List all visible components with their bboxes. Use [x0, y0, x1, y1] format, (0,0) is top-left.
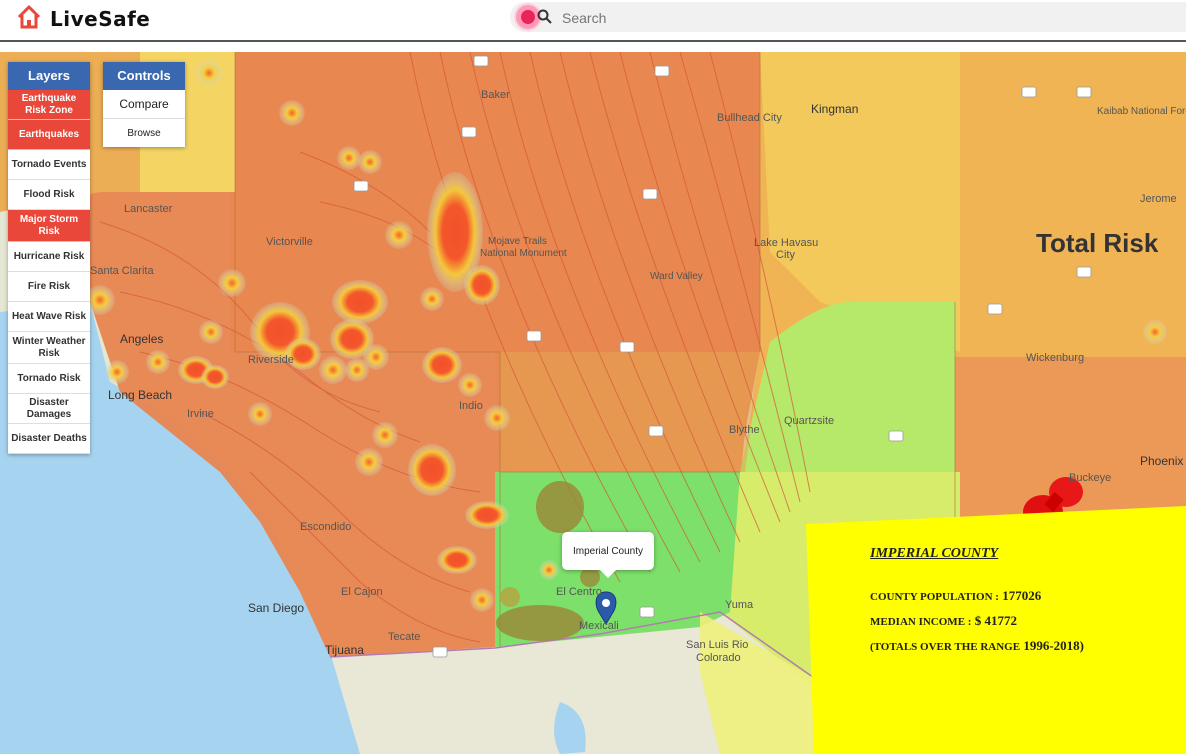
- search-input[interactable]: [560, 6, 1164, 30]
- county-population: COUNTY POPULATION : 177026: [870, 588, 1041, 604]
- place-label: Irvine: [187, 408, 214, 420]
- place-label: El Centro: [556, 586, 602, 598]
- place-label: Kingman: [811, 102, 859, 116]
- place-label: Jerome: [1140, 193, 1177, 205]
- population-label: COUNTY POPULATION :: [870, 591, 999, 603]
- place-label: Quartzsite: [784, 415, 835, 427]
- controls-panel-title: Controls: [103, 62, 185, 90]
- place-label: Colorado: [696, 652, 741, 664]
- app-name: LiveSafe: [50, 7, 151, 31]
- layers-panel: Layers Earthquake Risk Zone Earthquakes To…: [8, 62, 90, 454]
- layer-item[interactable]: Heat Wave Risk: [8, 302, 90, 332]
- place-label: Buckeye: [1069, 472, 1112, 484]
- brand[interactable]: LiveSafe: [16, 4, 150, 34]
- layer-item[interactable]: Tornado Events: [8, 150, 90, 180]
- county-tooltip: Imperial County: [562, 532, 654, 578]
- layer-item[interactable]: Earthquake Risk Zone: [8, 90, 90, 120]
- place-label: Bullhead City: [717, 112, 782, 124]
- place-label: Kaibab National Fore: [1097, 106, 1186, 117]
- range-label: (TOTALS OVER THE RANGE: [870, 641, 1021, 653]
- place-label: Yuma: [725, 599, 754, 611]
- place-label: Wickenburg: [1026, 352, 1085, 364]
- place-label: Lancaster: [124, 203, 173, 215]
- compare-button[interactable]: Compare: [103, 90, 185, 119]
- layer-item[interactable]: Flood Risk: [8, 180, 90, 210]
- place-label: Riverside: [248, 354, 294, 366]
- browse-button[interactable]: Browse: [103, 119, 185, 147]
- place-label: City: [776, 249, 795, 261]
- layer-item[interactable]: Hurricane Risk: [8, 242, 90, 272]
- place-label: Lake Havasu: [754, 237, 819, 249]
- layers-panel-title: Layers: [8, 62, 90, 90]
- population-value: 177026: [1002, 588, 1042, 603]
- county-info-title: IMPERIAL COUNTY: [870, 546, 999, 561]
- place-label: Tijuana: [325, 643, 364, 657]
- place-label: El Cajon: [341, 586, 383, 598]
- search-bar[interactable]: [510, 2, 1186, 32]
- home-icon: [16, 4, 42, 35]
- place-label: Blythe: [729, 424, 760, 436]
- top-bar: LiveSafe: [0, 0, 1186, 42]
- layer-item[interactable]: Winter Weather Risk: [8, 332, 90, 364]
- place-label: Escondido: [300, 521, 352, 533]
- place-label: San Luis Rio: [686, 639, 749, 651]
- median-income: MEDIAN INCOME : $ 41772: [870, 613, 1017, 629]
- place-label: Tecate: [388, 631, 421, 643]
- income-label: MEDIAN INCOME :: [870, 616, 972, 628]
- layer-item[interactable]: Tornado Risk: [8, 364, 90, 394]
- layer-item[interactable]: Disaster Damages: [8, 394, 90, 424]
- search-icon[interactable]: [536, 8, 554, 26]
- layer-item[interactable]: Earthquakes: [8, 120, 90, 150]
- place-label: National Monument: [480, 248, 567, 259]
- place-label: Angeles: [120, 332, 164, 346]
- totals-range: (TOTALS OVER THE RANGE 1996-2018): [870, 638, 1084, 654]
- place-label: Long Beach: [108, 388, 173, 402]
- place-label: Victorville: [266, 236, 313, 248]
- place-label: Phoenix: [1140, 454, 1184, 468]
- place-label: Baker: [481, 89, 510, 101]
- layer-item[interactable]: Fire Risk: [8, 272, 90, 302]
- range-value: 1996-2018): [1023, 638, 1084, 653]
- map-overlay-title: Total Risk: [1036, 228, 1159, 258]
- controls-panel: Controls Compare Browse: [103, 62, 185, 147]
- layer-item[interactable]: Major Storm Risk: [8, 210, 90, 242]
- income-value: $ 41772: [974, 613, 1017, 628]
- place-label: San Diego: [248, 601, 305, 615]
- place-label: Ward Valley: [650, 271, 703, 282]
- place-label: Mojave Trails: [488, 236, 547, 247]
- place-label: Santa Clarita: [90, 265, 154, 277]
- layer-item[interactable]: Disaster Deaths: [8, 424, 90, 454]
- place-label: Mexicali: [579, 620, 619, 632]
- place-label: Indio: [459, 400, 483, 412]
